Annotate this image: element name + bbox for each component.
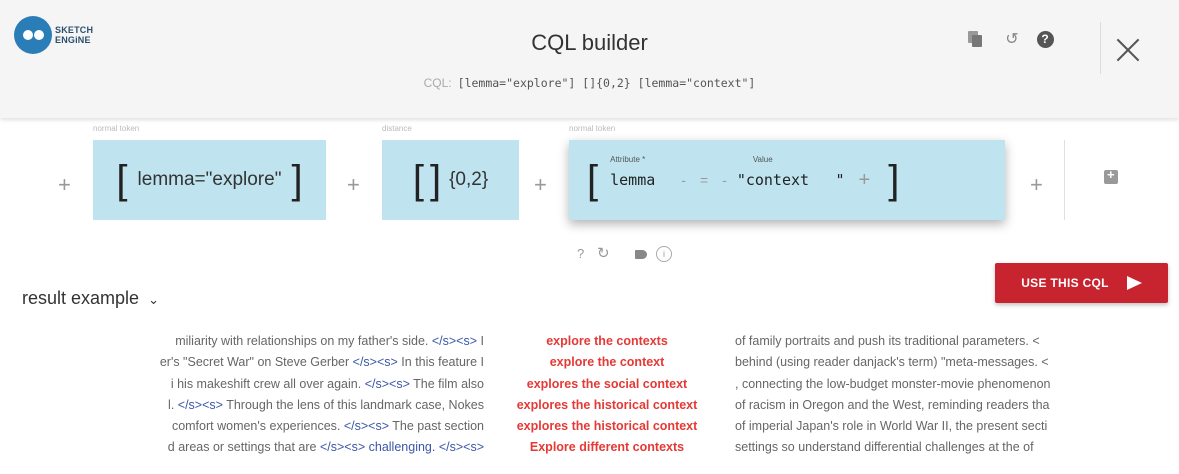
history-icon[interactable]: ↺ (1003, 30, 1021, 48)
keyword: Explore different contexts (529, 440, 685, 455)
bracket-close: ] (429, 158, 442, 202)
token-label-normal: normal token (569, 124, 616, 133)
attribute-label: Attribute * (610, 154, 646, 164)
token-lemma-explore[interactable]: [ lemma="explore" ] (93, 140, 326, 220)
add-token-before-button[interactable]: + (58, 172, 71, 198)
keyword: explore the context (549, 355, 665, 370)
list-item: miliarity with relationships on my fathe… (175, 334, 484, 348)
bracket-close: ] (291, 158, 303, 202)
use-this-cql-label: USE THIS CQL (1021, 276, 1109, 290)
result-example-toggle[interactable]: result example ⌄ (22, 288, 159, 309)
keyword: explores the social context (526, 376, 688, 391)
add-token-icon[interactable] (1104, 167, 1118, 184)
attribute-dropdown-arrow[interactable]: - (681, 172, 686, 188)
result-example-title: result example (22, 288, 140, 308)
keyword: explore the contexts (546, 334, 668, 348)
value-label: Value (752, 154, 773, 164)
info-icon[interactable]: i (656, 246, 672, 262)
add-token-button[interactable]: + (347, 172, 360, 198)
kwic-left-context: miliarity with relationships on my fathe… (0, 331, 484, 459)
list-item: of family portraits and push its traditi… (735, 334, 1040, 348)
cql-prefix: CQL: (423, 76, 452, 90)
list-item: , connecting the low-budget monster-movi… (735, 376, 1051, 391)
value-suffix: " (835, 170, 845, 189)
list-item: comfort women's experiences. </s><s> The… (171, 419, 484, 434)
keyword: explores the historical context (516, 419, 698, 434)
bracket-close: ] (888, 158, 900, 202)
kwic-keywords: explore the contexts explore the context… (484, 331, 730, 459)
list-item: l. </s><s> Through the lens of this land… (168, 397, 484, 412)
token-label-normal: normal token (93, 124, 140, 133)
tag-icon[interactable] (635, 250, 647, 259)
list-item: d areas or settings that are </s><s> cha… (167, 440, 484, 455)
copy-icon[interactable] (966, 30, 984, 48)
bracket-open: [ (412, 158, 424, 202)
token-distance[interactable]: [] {0,2} (382, 140, 519, 220)
send-icon (1126, 276, 1142, 290)
cql-preview: CQL: [lemma="explore"] []{0,2} [lemma="co… (0, 76, 1179, 90)
token-lemma-context[interactable]: [ Attribute * lemma - = - Value "context… (569, 140, 1005, 220)
refresh-icon[interactable]: ↻ (597, 244, 610, 262)
add-condition-button[interactable]: + (859, 169, 871, 192)
header: SKETCH ENGiNE CQL builder CQL: [lemma="ex… (0, 0, 1179, 118)
list-item: i his makeshift crew all over again. </s… (170, 376, 484, 391)
add-token-button[interactable]: + (534, 172, 547, 198)
builder-divider (1064, 140, 1065, 220)
operator[interactable]: = (700, 172, 708, 188)
token1-text: lemma="explore" (137, 169, 282, 190)
help-icon[interactable]: ? (1036, 30, 1054, 48)
bracket-open: [ (116, 158, 128, 202)
use-this-cql-button[interactable]: USE THIS CQL (995, 263, 1168, 303)
list-item: er's "Secret War" on Steve Gerber </s><s… (159, 355, 484, 370)
cql-query: [lemma="explore"] []{0,2} [lemma="contex… (457, 76, 756, 90)
keyword: explores the historical context (516, 397, 698, 412)
list-item: of imperial Japan's role in World War II… (735, 419, 1048, 434)
attribute-value: lemma (610, 170, 656, 189)
token-label-distance: distance (382, 124, 412, 133)
kwic-right-context: of family portraits and push its traditi… (735, 331, 1179, 459)
value-input[interactable]: Value "context " (736, 155, 845, 190)
value-text: "context (736, 170, 810, 189)
chevron-down-icon: ⌄ (148, 292, 159, 307)
add-token-after-button[interactable]: + (1030, 172, 1043, 198)
list-item: of racism in Oregon and the West, remind… (735, 397, 1050, 412)
list-item: behind (using reader danjack's term) "me… (735, 355, 1049, 370)
list-item: settings so understand differential chal… (735, 440, 1034, 455)
header-divider (1100, 22, 1101, 74)
bracket-open: [ (587, 158, 599, 202)
token2-text: {0,2} (449, 169, 489, 190)
attribute-select[interactable]: Attribute * lemma (610, 155, 656, 190)
close-icon[interactable] (1116, 38, 1140, 62)
operator-dropdown-arrow[interactable]: - (722, 172, 727, 188)
help-question-icon[interactable]: ? (577, 246, 584, 261)
